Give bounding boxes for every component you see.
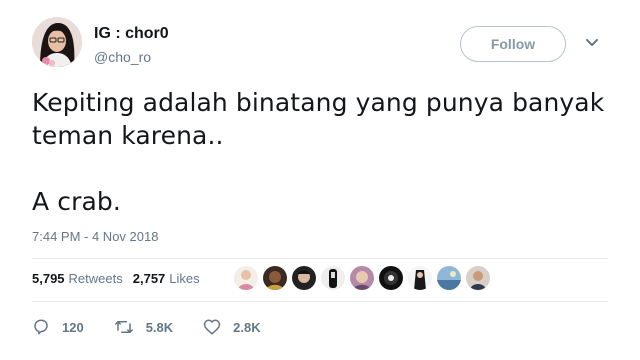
reply-button[interactable]: 120: [32, 318, 84, 336]
liker-avatar[interactable]: [408, 266, 432, 290]
liker-avatar[interactable]: [321, 266, 345, 290]
user-handle[interactable]: @cho_ro: [94, 49, 151, 65]
tweet-text-line: teman karena..: [32, 121, 224, 150]
follow-button[interactable]: Follow: [460, 26, 566, 62]
likes-label[interactable]: Likes: [169, 271, 199, 286]
tweet-timestamp[interactable]: 7:44 PM - 4 Nov 2018: [32, 229, 158, 244]
retweet-button[interactable]: 5.8K: [114, 318, 173, 336]
liker-avatar[interactable]: [379, 266, 403, 290]
liker-avatar[interactable]: [292, 266, 316, 290]
tweet-stats: 5,795 Retweets 2,757 Likes: [32, 271, 200, 286]
chevron-down-icon[interactable]: [585, 38, 599, 48]
retweet-icon: [114, 321, 133, 333]
heart-icon: [203, 319, 221, 335]
reply-count: 120: [62, 319, 84, 335]
tweet-text: Kepiting adalah binatang yang punya bany…: [32, 86, 622, 218]
liker-avatar[interactable]: [437, 266, 461, 290]
liker-avatar[interactable]: [234, 266, 258, 290]
liker-avatar[interactable]: [263, 266, 287, 290]
retweets-count[interactable]: 5,795: [32, 271, 65, 286]
tweet-text-line: A crab.: [32, 187, 121, 216]
display-name[interactable]: IG : chor0: [94, 25, 169, 43]
liker-avatar[interactable]: [466, 266, 490, 290]
like-count: 2.8K: [233, 319, 261, 335]
liker-avatars: [234, 266, 495, 290]
likes-count[interactable]: 2,757: [133, 271, 166, 286]
retweet-count: 5.8K: [145, 319, 174, 335]
avatar-photo: [32, 17, 82, 67]
reply-icon: [34, 319, 48, 335]
like-button[interactable]: 2.8K: [203, 318, 261, 336]
avatar[interactable]: [32, 17, 82, 67]
tweet-text-line: Kepiting adalah binatang yang punya bany…: [32, 88, 605, 117]
liker-avatar[interactable]: [350, 266, 374, 290]
tweet-actions: 120 5.8K 2.8K: [32, 318, 291, 336]
retweets-label[interactable]: Retweets: [69, 271, 123, 286]
divider: [32, 258, 608, 259]
divider: [32, 301, 608, 302]
